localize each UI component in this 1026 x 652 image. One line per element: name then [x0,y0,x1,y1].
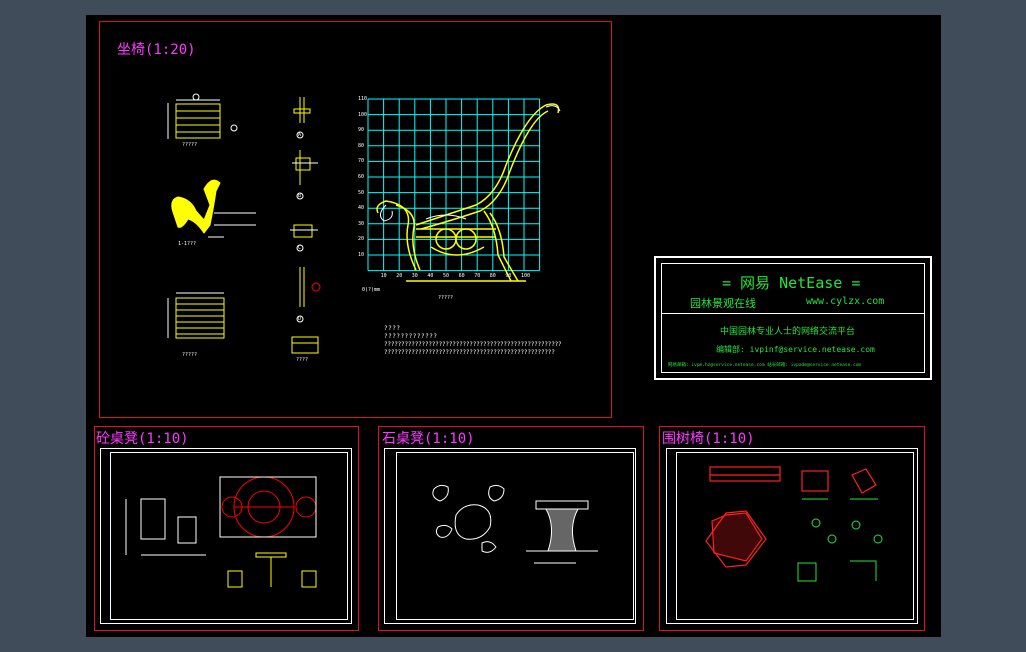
cad-drawing-canvas[interactable]: 坐椅(1:20) ????? 1-1??? ????? A B C D ????… [86,15,941,637]
tree-bench-drawings [705,466,883,582]
